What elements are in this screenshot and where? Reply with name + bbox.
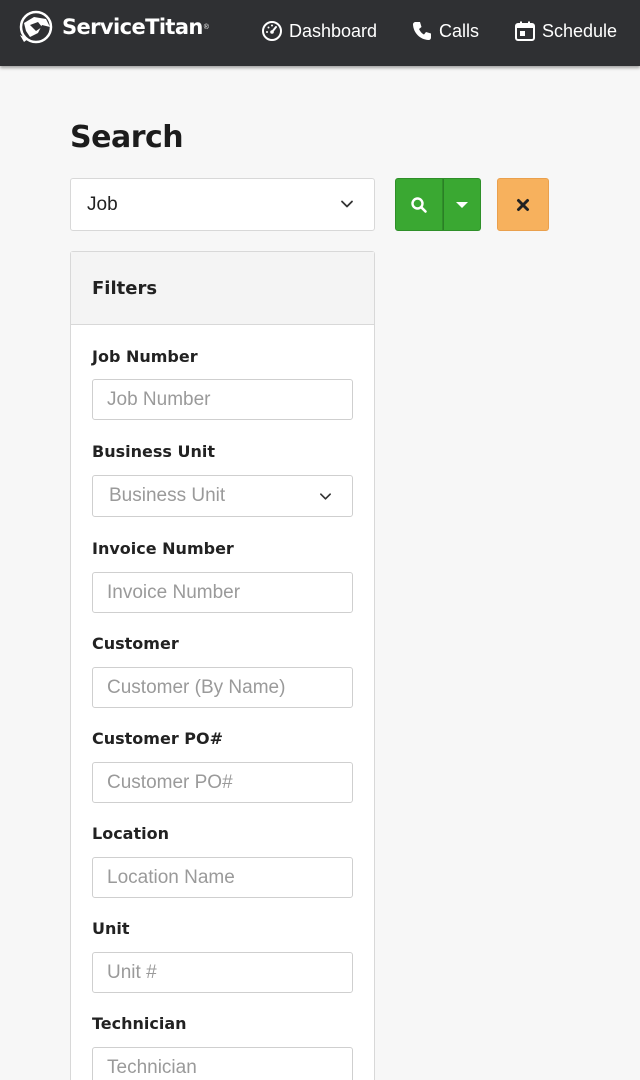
- customer-input[interactable]: [92, 667, 353, 708]
- business-unit-select[interactable]: Business Unit: [92, 475, 353, 517]
- nav-dashboard-label: Dashboard: [289, 20, 378, 41]
- job-number-input[interactable]: [92, 379, 353, 420]
- nav-calls[interactable]: Calls: [411, 0, 479, 62]
- top-navbar: ServiceTitan ® Dashboard Calls Schedule: [0, 0, 640, 66]
- filters-header: Filters: [71, 252, 374, 325]
- technician-label: Technician: [92, 1014, 187, 1033]
- location-input[interactable]: [92, 857, 353, 898]
- search-options-dropdown[interactable]: [443, 178, 481, 231]
- search-icon: [411, 196, 427, 213]
- phone-icon: [413, 22, 431, 40]
- brand-logo[interactable]: ServiceTitan ®: [16, 9, 209, 45]
- customer-label: Customer: [92, 634, 179, 653]
- registered-mark: ®: [203, 23, 209, 31]
- business-unit-placeholder: Business Unit: [109, 485, 226, 506]
- unit-label: Unit: [92, 919, 130, 938]
- technician-input[interactable]: [92, 1047, 353, 1080]
- caret-down-icon: [456, 201, 468, 208]
- brand-name: ServiceTitan: [62, 15, 203, 39]
- chevron-down-icon: [341, 200, 353, 208]
- close-icon: [517, 198, 529, 211]
- location-label: Location: [92, 824, 169, 843]
- page-title: Search: [70, 120, 184, 155]
- invoice-number-label: Invoice Number: [92, 539, 234, 558]
- titan-logo-icon: [19, 10, 53, 44]
- search-type-select[interactable]: Job: [70, 178, 375, 231]
- unit-input[interactable]: [92, 952, 353, 993]
- clear-button[interactable]: [497, 178, 549, 231]
- speedometer-icon: [262, 21, 282, 41]
- customer-po-input[interactable]: [92, 762, 353, 803]
- job-number-label: Job Number: [92, 347, 198, 366]
- nav-schedule[interactable]: Schedule: [514, 0, 617, 62]
- search-type-value: Job: [87, 193, 118, 215]
- business-unit-label: Business Unit: [92, 442, 215, 461]
- invoice-number-input[interactable]: [92, 572, 353, 613]
- filters-panel: Filters Job Number Business Unit Busines…: [70, 251, 375, 1080]
- calendar-icon: [515, 21, 535, 41]
- nav-dashboard[interactable]: Dashboard: [261, 0, 377, 62]
- chevron-down-icon: [320, 493, 331, 500]
- nav-schedule-label: Schedule: [542, 20, 618, 41]
- nav-calls-label: Calls: [439, 20, 480, 41]
- customer-po-label: Customer PO#: [92, 729, 224, 748]
- search-button[interactable]: [395, 178, 443, 231]
